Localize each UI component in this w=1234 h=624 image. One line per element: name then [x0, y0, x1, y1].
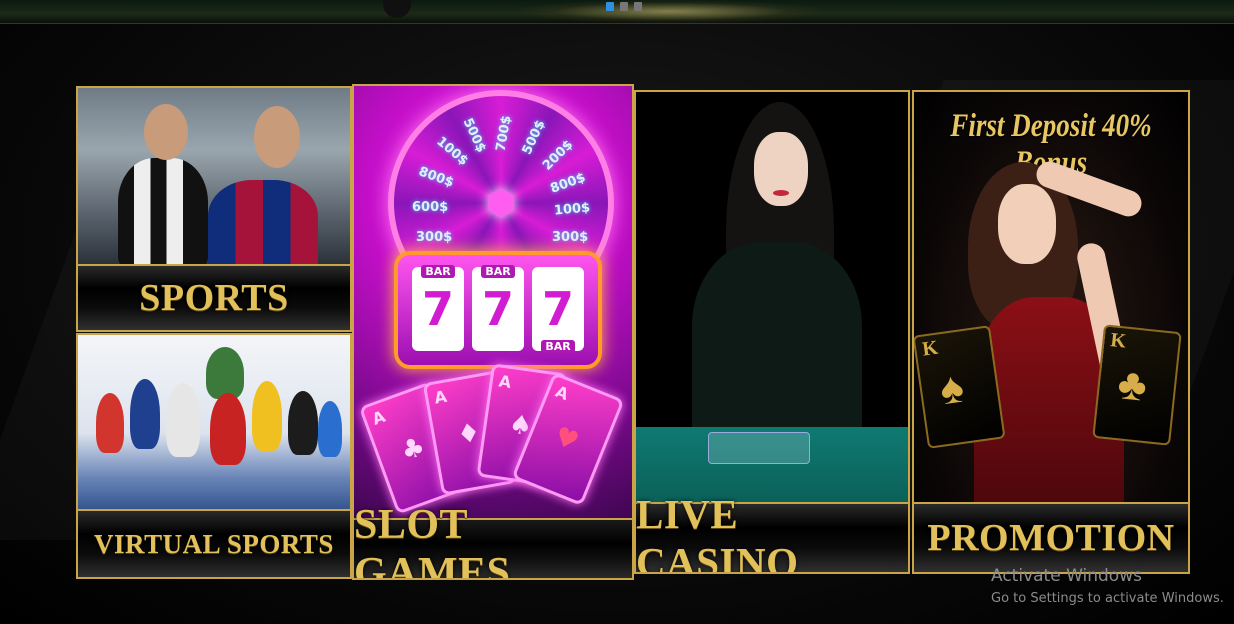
- model-face: [998, 184, 1056, 264]
- wheel-value: 100$: [553, 200, 591, 219]
- dealer-lips: [773, 190, 789, 196]
- slot-games-image: 700$ 500$ 200$ 800$ 100$ 300$ 600$ 300$ …: [354, 86, 632, 522]
- gold-playing-card: K ♣: [1092, 324, 1182, 446]
- banner-sparkle: [520, 0, 820, 23]
- wheel-value: 800$: [548, 170, 588, 197]
- wheel-value: 300$: [552, 230, 589, 245]
- activate-windows-subtitle: Go to Settings to activate Windows.: [991, 591, 1224, 606]
- athlete: [130, 379, 160, 449]
- player-1-head: [144, 104, 188, 160]
- banner-figure: [383, 0, 411, 18]
- chip-rack: [708, 432, 810, 464]
- wheel-value: 500$: [459, 115, 489, 156]
- virtual-sports-card[interactable]: VIRTUAL SPORTS: [76, 333, 352, 579]
- dealer-dress: [692, 242, 862, 452]
- slot-reel-2: 7 BAR: [472, 265, 524, 351]
- slot-machine: 7 BAR 7 BAR 7 BAR: [394, 251, 602, 369]
- sports-image: [78, 88, 350, 270]
- slot-games-label: SLOT GAMES: [354, 502, 632, 578]
- wheel-value: 300$: [416, 230, 453, 245]
- wheel-value: 600$: [412, 200, 449, 215]
- slider-dot-1[interactable]: [606, 2, 614, 11]
- top-banner-strip: [0, 0, 1234, 24]
- promotion-label: PROMOTION: [914, 502, 1188, 572]
- slider-dot-2[interactable]: [620, 2, 628, 11]
- athlete: [288, 391, 318, 455]
- sports-label: SPORTS: [78, 264, 350, 330]
- live-casino-card[interactable]: LIVE CASINO: [634, 90, 910, 574]
- sports-card[interactable]: SPORTS: [76, 86, 352, 332]
- promotion-image: First Deposit 40% Bonus K ♠ K ♣: [914, 92, 1188, 512]
- wheel-value: 500$: [519, 117, 549, 158]
- slot-reel-1: 7 BAR: [412, 265, 464, 351]
- wheel-value: 700$: [493, 114, 515, 153]
- wheel-center: [488, 190, 514, 216]
- player-2-head: [254, 106, 300, 168]
- virtual-sports-image: [78, 335, 350, 513]
- wheel-value: 100$: [433, 134, 471, 169]
- live-casino-label: LIVE CASINO: [636, 491, 908, 572]
- athlete: [210, 393, 246, 465]
- slot-reel-3: 7 BAR: [532, 267, 584, 353]
- athlete: [166, 383, 200, 457]
- player-1: [118, 158, 208, 268]
- slider-dot-3[interactable]: [634, 2, 642, 11]
- athlete: [206, 347, 244, 399]
- athlete: [318, 401, 342, 457]
- slot-games-card[interactable]: 700$ 500$ 200$ 800$ 100$ 300$ 600$ 300$ …: [352, 84, 634, 580]
- wheel-value: 800$: [416, 164, 456, 191]
- activate-windows-title: Activate Windows: [991, 566, 1142, 586]
- slider-dots: [606, 2, 642, 11]
- wheel-value: 200$: [539, 137, 577, 174]
- athlete: [96, 393, 124, 453]
- live-casino-image: [636, 92, 908, 507]
- athlete: [252, 381, 282, 451]
- player-2: [208, 180, 318, 270]
- virtual-sports-label: VIRTUAL SPORTS: [78, 509, 350, 577]
- promotion-card[interactable]: First Deposit 40% Bonus K ♠ K ♣ PROMOTIO…: [912, 90, 1190, 574]
- gold-playing-card: K ♠: [914, 325, 1006, 449]
